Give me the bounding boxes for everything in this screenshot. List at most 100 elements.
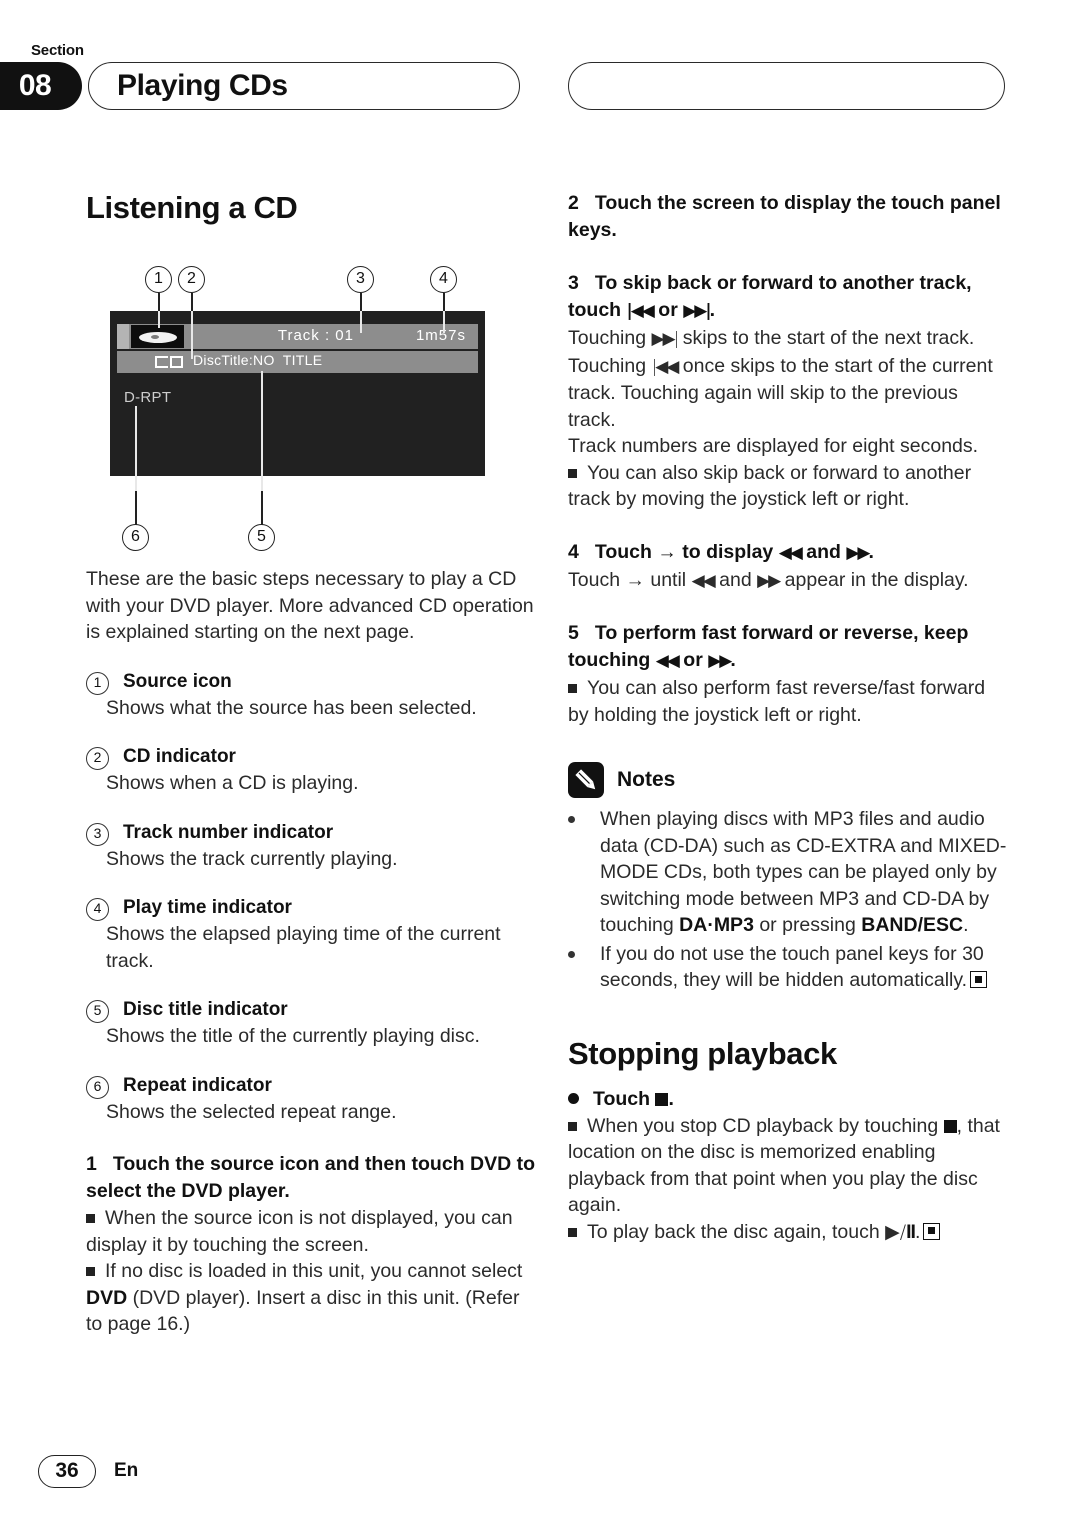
step-5-head-mid: or	[677, 649, 709, 671]
note-1-mid: or pressing	[753, 914, 862, 936]
step-4-head-and: and	[800, 540, 847, 563]
step-5-note-text: You can also perform fast reverse/fast f…	[568, 677, 986, 726]
leader-line-3-inner	[360, 311, 362, 333]
lcd-panel: Track : 01 1m57s DiscTitle:NO TITLE D-RP…	[110, 311, 485, 491]
stop-icon	[655, 1092, 669, 1106]
square-bullet-icon	[568, 1227, 577, 1237]
step-3-number: 3	[568, 272, 579, 294]
indicator-item-4: 4 Play time indicator Shows the elapsed …	[86, 895, 536, 974]
item-title-3: Track number indicator	[123, 821, 334, 843]
leader-line-6-inner	[135, 406, 137, 491]
note-1-bold-2: BAND/ESC	[861, 914, 964, 936]
track-number-indicator: Track : 01	[277, 327, 354, 344]
leader-line-4-inner	[443, 311, 445, 333]
item-number-1: 1	[86, 671, 109, 695]
cd-indicator-d	[170, 356, 183, 368]
step-4-body-pre: Touch	[568, 568, 626, 591]
dot-bullet-icon	[568, 941, 600, 994]
step-1-note-1-text: When the source icon is not displayed, y…	[86, 1207, 513, 1256]
arrow-right-icon: →	[657, 540, 677, 563]
step-3-head-post: .	[709, 299, 715, 321]
item-number-5: 5	[86, 1000, 109, 1023]
leader-line-5-inner	[261, 371, 263, 491]
step-5-note: You can also perform fast reverse/fast f…	[568, 675, 1008, 728]
step-1: 1 Touch the source icon and then touch DV…	[86, 1151, 536, 1338]
indicator-item-5: 5 Disc title indicator Shows the title o…	[86, 997, 536, 1050]
item-desc-6: Shows the selected repeat range.	[106, 1100, 397, 1123]
callout-3: 3	[347, 266, 374, 293]
indicator-item-5-head: 5 Disc title indicator	[86, 997, 536, 1023]
indicator-item-6-head: 6 Repeat indicator	[86, 1073, 536, 1099]
fast-forward-icon: ▶▶	[708, 651, 732, 671]
square-bullet-icon	[568, 468, 577, 478]
step-1-head: 1 Touch the source icon and then touch DV…	[86, 1151, 536, 1205]
stopping-playback-heading: Stopping playback	[568, 1035, 837, 1071]
step-3-body: Touching ▶▶| skips to the start of the n…	[568, 325, 1008, 433]
stopping-playback-action: Touch . When you stop CD playback by tou…	[568, 1086, 1008, 1246]
stopping-note-1: When you stop CD playback by touching , …	[568, 1113, 1008, 1219]
pause-bars-icon: ΙΙ	[906, 1220, 916, 1243]
source-icon	[131, 325, 184, 348]
step-2-head: 2 Touch the screen to display the touch p…	[568, 190, 1008, 244]
step-4-head-mid: to display	[676, 540, 779, 563]
language-code: En	[114, 1460, 139, 1481]
arrow-right-icon: →	[625, 568, 645, 591]
cd-indicator-c	[155, 356, 168, 368]
indicator-item-1-head: 1 Source icon	[86, 669, 536, 695]
chapter-title-pill: Playing CDs	[88, 62, 520, 110]
left-column: Listening a CD 1 2 3 4 5 6 Track : 01 1m…	[86, 190, 536, 1338]
stopping-note-1-pre: When you stop CD playback by touching	[587, 1114, 944, 1137]
fast-reverse-icon: ◀◀	[778, 542, 803, 563]
step-4-head: 4 Touch → to display ◀◀ and ▶▶.	[568, 539, 1008, 567]
stop-icon	[943, 1119, 957, 1133]
fast-reverse-icon: ◀◀	[691, 570, 716, 591]
chapter-title-pill-right	[568, 62, 1005, 110]
repeat-indicator: D-RPT	[124, 389, 172, 406]
intro-paragraph: These are the basic steps necessary to p…	[86, 568, 534, 643]
step-3-head-mid: or	[652, 299, 684, 321]
note-item: If you do not use the touch panel keys f…	[568, 941, 1008, 994]
lcd-source-slot	[117, 324, 129, 349]
stopping-action-pre: Touch	[593, 1087, 656, 1110]
step-2: 2 Touch the screen to display the touch p…	[568, 190, 1008, 244]
indicator-item-4-head: 4 Play time indicator	[86, 895, 536, 921]
square-bullet-icon	[86, 1214, 95, 1223]
item-desc-1: Shows what the source has been selected.	[106, 696, 477, 719]
indicator-item-3-head: 3 Track number indicator	[86, 820, 536, 846]
step-1-note-1: When the source icon is not displayed, y…	[86, 1205, 536, 1258]
fast-reverse-icon: ◀◀	[655, 651, 680, 671]
skip-back-icon: |◀◀	[651, 356, 679, 377]
disc-title-indicator: DiscTitle:NO TITLE	[193, 352, 323, 368]
step-1-note-2: If no disc is loaded in this unit, you c…	[86, 1258, 536, 1338]
step-1-number: 1	[86, 1153, 97, 1175]
item-title-2: CD indicator	[123, 746, 236, 767]
item-number-3: 3	[86, 822, 109, 846]
step-3-head: 3 To skip back or forward to another trac…	[568, 270, 1008, 325]
leader-line-6	[135, 491, 137, 526]
step-2-text: Touch the screen to display the touch pa…	[568, 192, 1001, 241]
step-4-body: Touch → until ◀◀ and ▶▶ appear in the di…	[568, 567, 1008, 595]
note-1-bold-1: DA·MP3	[679, 914, 754, 936]
skip-forward-icon: ▶▶|	[651, 329, 679, 349]
note-item-text: If you do not use the touch panel keys f…	[600, 941, 1008, 994]
step-4-head-post: .	[868, 540, 874, 563]
square-bullet-icon	[568, 1121, 577, 1131]
right-column: 2 Touch the screen to display the touch p…	[568, 190, 1008, 1245]
step-5-head-pre: To perform fast forward or reverse, keep…	[568, 622, 969, 671]
notes-label: Notes	[617, 768, 676, 791]
skip-forward-icon: ▶▶|	[683, 301, 711, 321]
indicator-item-3: 3 Track number indicator Shows the track…	[86, 820, 536, 873]
item-number-4: 4	[86, 898, 109, 921]
step-4-body-mid: until	[644, 568, 692, 591]
item-title-4: Play time indicator	[123, 897, 292, 918]
section-label: Section	[31, 42, 84, 59]
step-5-head: 5 To perform fast forward or reverse, kee…	[568, 620, 1008, 675]
item-desc-3: Shows the track currently playing.	[106, 847, 398, 870]
item-desc-5: Shows the title of the currently playing…	[106, 1025, 480, 1047]
step-5-head-post: .	[730, 649, 736, 671]
step-3-note: You can also skip back or forward to ano…	[568, 460, 1008, 513]
step-5-number: 5	[568, 622, 579, 644]
item-title-6: Repeat indicator	[123, 1074, 272, 1096]
indicator-item-6: 6 Repeat indicator Shows the selected re…	[86, 1073, 536, 1126]
step-4-number: 4	[568, 540, 579, 563]
